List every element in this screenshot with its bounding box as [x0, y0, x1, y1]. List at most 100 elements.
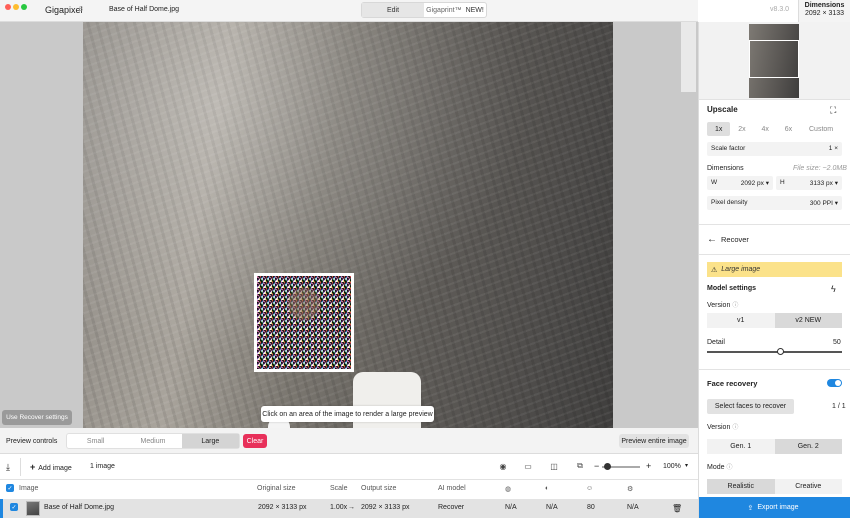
zoom-level[interactable]: 100% — [663, 463, 681, 470]
col-image: Image — [19, 485, 39, 492]
warning-icon: ⚠ — [711, 266, 718, 274]
version-row: Version ⓘ — [707, 300, 738, 309]
pixel-density-field[interactable]: Pixel density 300 PPI ▾ — [707, 196, 842, 210]
row-name: Base of Half Dome.jpg — [44, 504, 115, 511]
preview-controls-label: Preview controls — [6, 438, 58, 445]
pixel-density-label: Pixel density — [711, 199, 748, 206]
divider — [699, 254, 850, 255]
gen-1[interactable]: Gen. 1 — [707, 439, 775, 454]
scale-factor-field[interactable]: Scale factor 1 × — [707, 142, 842, 156]
detail-slider-knob[interactable] — [777, 348, 784, 355]
face-version-row: Version ⓘ — [707, 422, 738, 431]
zoom-slider[interactable] — [602, 463, 640, 470]
preview-entire-image-button[interactable]: Preview entire image — [619, 434, 689, 448]
title-bar: Gigapixel 8 Base of Half Dome.jpg Edit G… — [0, 0, 789, 22]
tab-edit[interactable]: Edit — [362, 3, 424, 17]
eye-icon[interactable]: ◉ — [497, 461, 509, 471]
export-icon: ⇪ — [747, 504, 754, 512]
import-icon[interactable]: ⤓ — [6, 462, 10, 473]
side-by-side-icon[interactable]: ⧉ — [574, 461, 586, 471]
info-icon[interactable]: ⓘ — [732, 425, 738, 431]
detail-value: 50 — [833, 339, 841, 346]
scale-4x[interactable]: 4x — [754, 122, 777, 136]
mode-creative[interactable]: Creative — [775, 479, 843, 494]
preview-region-box[interactable] — [254, 273, 354, 372]
version-toggle: v1 v2 NEW — [707, 313, 842, 328]
scale-factor-label: Scale factor — [711, 145, 746, 152]
sharpen-icon: ◐ — [545, 485, 550, 492]
plus-icon: + — [30, 462, 36, 472]
minimize-window-button[interactable] — [13, 4, 19, 10]
scale-1x[interactable]: 1x — [707, 122, 731, 136]
tab-medium[interactable]: Medium — [124, 434, 181, 448]
scale-2x[interactable]: 2x — [730, 122, 753, 136]
mode-toggle: Realistic Creative — [707, 479, 842, 494]
chevron-down-icon[interactable]: ▾ — [685, 462, 688, 469]
single-view-icon[interactable]: ▭ — [522, 461, 534, 471]
close-window-button[interactable] — [5, 4, 11, 10]
scale-custom[interactable]: Custom — [800, 122, 842, 136]
height-value: 3133 — [809, 180, 825, 187]
tab-gigaprint[interactable]: Gigaprint™ NEW! — [424, 3, 486, 17]
zoom-out-button[interactable]: − — [594, 461, 599, 471]
version-new-badge: NEW — [804, 317, 822, 324]
table-row[interactable]: ✓ Base of Half Dome.jpg 2092 × 3133 px 1… — [0, 499, 698, 518]
pixel-density-unit: PPI — [822, 200, 833, 207]
mode-realistic[interactable]: Realistic — [707, 479, 775, 494]
trash-icon[interactable]: 🗑 — [672, 504, 682, 513]
navigator-viewport[interactable] — [749, 40, 799, 78]
row-checkbox[interactable]: ✓ — [10, 503, 18, 511]
tab-large[interactable]: Large — [181, 434, 239, 448]
image-canvas[interactable]: Click on an area of the image to render … — [0, 22, 698, 428]
add-image-button[interactable]: + Add image — [30, 462, 72, 472]
navigator[interactable] — [699, 22, 850, 100]
large-image-warning: ⚠ Large image — [707, 262, 842, 277]
zoom-in-button[interactable]: + — [646, 461, 651, 471]
clear-button[interactable]: Clear — [243, 434, 267, 448]
width-field[interactable]: W 2092 px ▾ — [707, 176, 773, 190]
image-toolbar: ⤓ + Add image 1 image ◉ ▭ ◫ ⧉ − + 100% ▾ — [0, 454, 698, 480]
width-unit: px — [757, 180, 764, 187]
version-v2[interactable]: v2 NEW — [774, 313, 842, 328]
toolbar-divider — [20, 458, 21, 476]
lightning-icon[interactable]: ϟ — [831, 284, 836, 294]
version-label: Version — [707, 302, 731, 309]
col-ai-model: AI model — [438, 485, 466, 492]
col-output-size: Output size — [361, 485, 397, 492]
zoom-window-button[interactable] — [21, 4, 27, 10]
denoise-icon: ◍ — [505, 486, 512, 493]
row-ai-model: Recover — [438, 504, 465, 511]
split-view-icon[interactable]: ◫ — [548, 461, 560, 471]
pixel-density-value: 300 — [809, 200, 821, 207]
dimensions-value: 2092 × 3133 — [804, 10, 845, 17]
file-size: File size: ~2.0MB — [793, 165, 847, 172]
zoom-slider-knob[interactable] — [604, 463, 611, 470]
info-icon[interactable]: ⓘ — [727, 465, 733, 471]
col-scale: Scale — [330, 485, 348, 492]
tab-small[interactable]: Small — [67, 434, 124, 448]
tab-gigaprint-label: Gigaprint™ — [426, 6, 462, 14]
select-all-checkbox[interactable]: ✓ — [6, 484, 14, 492]
detail-slider[interactable] — [707, 348, 842, 355]
use-recover-settings-button[interactable]: Use Recover settings — [2, 410, 72, 425]
face-recovery-toggle[interactable] — [827, 379, 842, 387]
version-v1[interactable]: v1 — [707, 313, 775, 328]
face-recovery-title: Face recovery — [707, 379, 758, 388]
dimensions-label: Dimensions — [707, 165, 744, 172]
detail-label: Detail — [707, 339, 725, 346]
app-name: Gigapixel — [45, 5, 83, 15]
height-field[interactable]: H 3133 px ▾ — [776, 176, 842, 190]
row-value-1: N/A — [505, 504, 517, 511]
gen-toggle: Gen. 1 Gen. 2 — [707, 439, 842, 454]
info-icon[interactable]: ⓘ — [732, 303, 738, 309]
export-image-button[interactable]: ⇪ Export image — [699, 497, 850, 518]
recover-title: Recover — [721, 235, 749, 244]
back-arrow-icon[interactable]: ← — [707, 234, 717, 245]
file-name: Base of Half Dome.jpg — [109, 6, 180, 13]
scale-factor-unit: × — [834, 145, 838, 152]
crop-icon[interactable]: ⛶ — [830, 105, 836, 116]
select-faces-button[interactable]: Select faces to recover — [707, 399, 794, 414]
scale-6x[interactable]: 6x — [777, 122, 800, 136]
export-label: Export image — [757, 504, 799, 511]
gen-2[interactable]: Gen. 2 — [774, 439, 842, 454]
